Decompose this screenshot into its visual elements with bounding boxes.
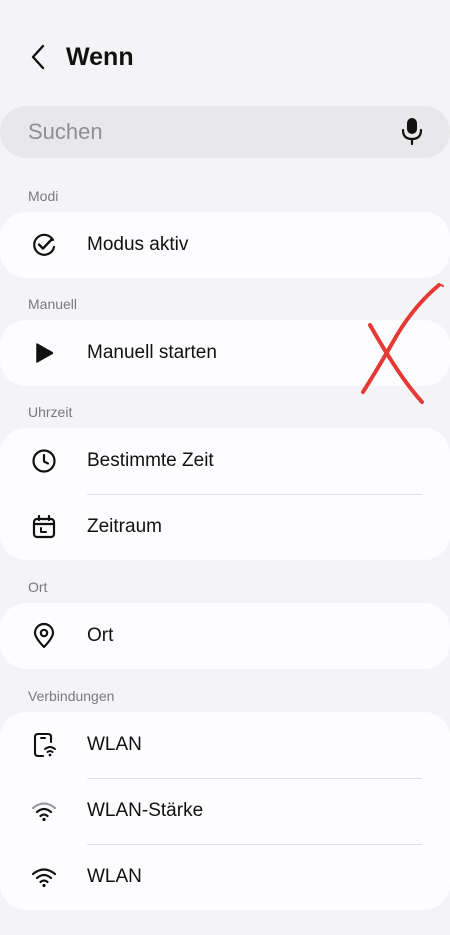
microphone-icon[interactable] [399, 116, 425, 146]
list-item-label: WLAN [87, 866, 142, 887]
page-title: Wenn [66, 43, 134, 71]
list-item-bestimmte-zeit[interactable]: Bestimmte Zeit [0, 428, 450, 494]
wifi-strength-icon [31, 802, 57, 822]
list-item-wlan-staerke[interactable]: WLAN-Stärke [0, 778, 450, 844]
clock-icon [32, 449, 56, 473]
list-item-modus-aktiv[interactable]: Modus aktiv [0, 212, 450, 278]
chevron-left-icon [31, 44, 45, 70]
list-item-label: Manuell starten [87, 342, 217, 363]
card-verbindungen: WLAN WLAN-Stärke WLAN [0, 712, 450, 910]
wifi-icon [31, 868, 57, 888]
section-label-modi: Modi [28, 188, 59, 204]
location-pin-icon [33, 622, 55, 649]
list-item-label: Modus aktiv [87, 234, 189, 255]
card-manuell: Manuell starten [0, 320, 450, 386]
phone-wifi-icon [33, 732, 56, 758]
list-item-ort[interactable]: Ort [0, 603, 450, 669]
list-item-wlan[interactable]: WLAN [0, 712, 450, 778]
calendar-icon [32, 514, 56, 539]
play-icon [36, 343, 54, 363]
app-header: Wenn [0, 0, 450, 112]
list-item-label: WLAN [87, 734, 142, 755]
section-label-uhrzeit: Uhrzeit [28, 404, 73, 420]
list-item-label: Zeitraum [87, 516, 162, 537]
list-item-zeitraum[interactable]: Zeitraum [0, 494, 450, 560]
section-label-verbindungen: Verbindungen [28, 688, 115, 704]
card-ort: Ort [0, 603, 450, 669]
check-circle-icon [33, 233, 56, 256]
list-item-label: Bestimmte Zeit [87, 450, 214, 471]
search-placeholder: Suchen [28, 119, 103, 144]
section-label-manuell: Manuell [28, 296, 78, 312]
card-uhrzeit: Bestimmte Zeit Zeitraum [0, 428, 450, 560]
list-item-manuell-starten[interactable]: Manuell starten [0, 320, 450, 386]
search-input[interactable]: Suchen [0, 106, 450, 158]
section-label-ort: Ort [28, 579, 48, 595]
card-modi: Modus aktiv [0, 212, 450, 278]
list-item-label: Ort [87, 625, 114, 646]
back-button[interactable] [22, 40, 54, 74]
list-item-label: WLAN-Stärke [87, 800, 204, 821]
list-item-wlan-2[interactable]: WLAN [0, 844, 450, 910]
